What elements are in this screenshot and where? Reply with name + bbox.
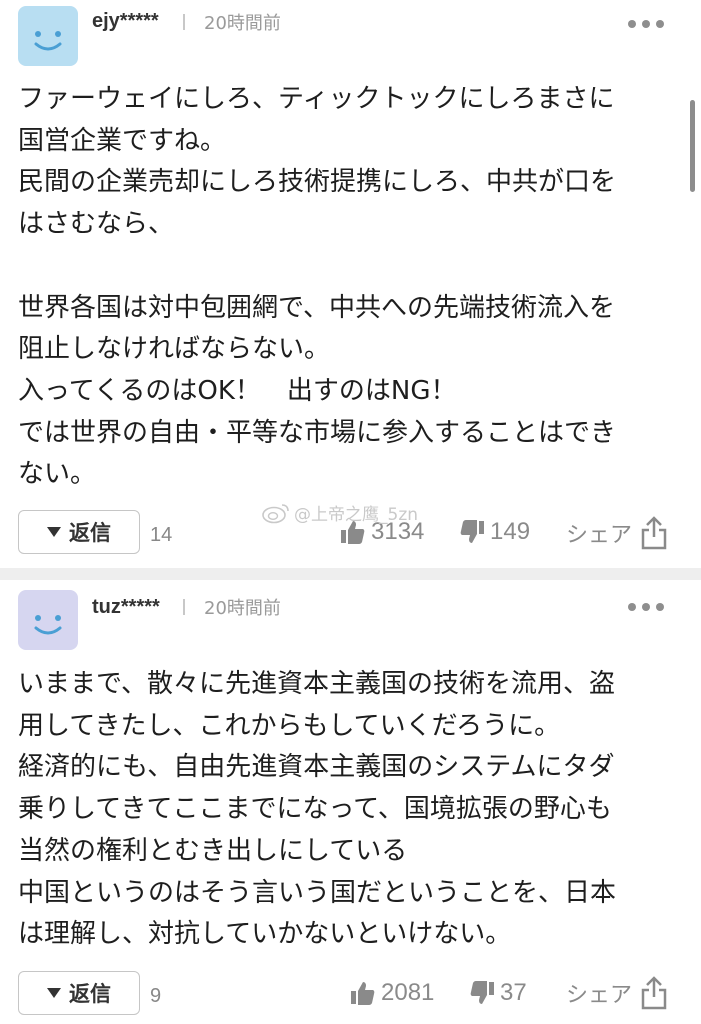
share-icon [641,976,667,1010]
reply-count: 14 [150,524,173,546]
reply-button[interactable]: 返信 [18,510,140,554]
divider [183,599,185,615]
more-options-icon[interactable] [626,16,666,32]
dislike-button[interactable]: 37 [468,979,527,1007]
reply-count: 9 [150,985,162,1007]
thumbs-up-icon [351,982,375,1005]
comment-separator [0,568,701,580]
avatar[interactable] [18,6,78,66]
dislike-button[interactable]: 149 [458,518,530,546]
like-count: 2081 [381,979,435,1006]
username[interactable]: ejy***** [92,10,159,33]
weibo-logo-icon [262,503,289,523]
timestamp: 20時間前 [204,13,281,34]
share-label: シェア [566,523,633,548]
timestamp: 20時間前 [204,598,281,619]
share-label: シェア [566,983,633,1008]
comment-body: いままで、散々に先進資本主義国の技術を流用、盗 用してきたし、これからもしていく… [18,669,617,950]
dislike-count: 149 [490,518,531,545]
reply-button[interactable]: 返信 [18,971,140,1015]
share-icon [641,516,667,550]
scrollbar[interactable] [690,100,695,192]
reply-label: 返信 [69,982,111,1006]
smiley-face-icon [34,615,62,635]
more-options-icon[interactable] [626,599,666,615]
chevron-down-icon [47,527,61,537]
thumbs-down-icon [460,520,484,543]
share-button[interactable]: シェア [566,516,668,550]
chevron-down-icon [47,988,61,998]
dislike-count: 37 [500,979,527,1006]
comment-body: ファーウェイにしろ、ティックトックにしろまさに 国営企業ですね。 民間の企業売却… [18,84,617,490]
thumbs-down-icon [470,981,494,1004]
avatar[interactable] [18,590,78,650]
smiley-face-icon [34,31,62,51]
watermark: @上帝之鹰_5zn [262,500,418,525]
username[interactable]: tuz***** [92,596,160,619]
divider [183,14,185,30]
watermark-text: @上帝之鹰_5zn [294,505,419,525]
comment-card: ejy***** 20時間前 ファーウェイにしろ、ティックトックにしろまさに 国… [0,0,701,568]
like-button[interactable]: 2081 [349,979,434,1007]
reply-label: 返信 [69,521,111,545]
share-button[interactable]: シェア [566,976,668,1010]
